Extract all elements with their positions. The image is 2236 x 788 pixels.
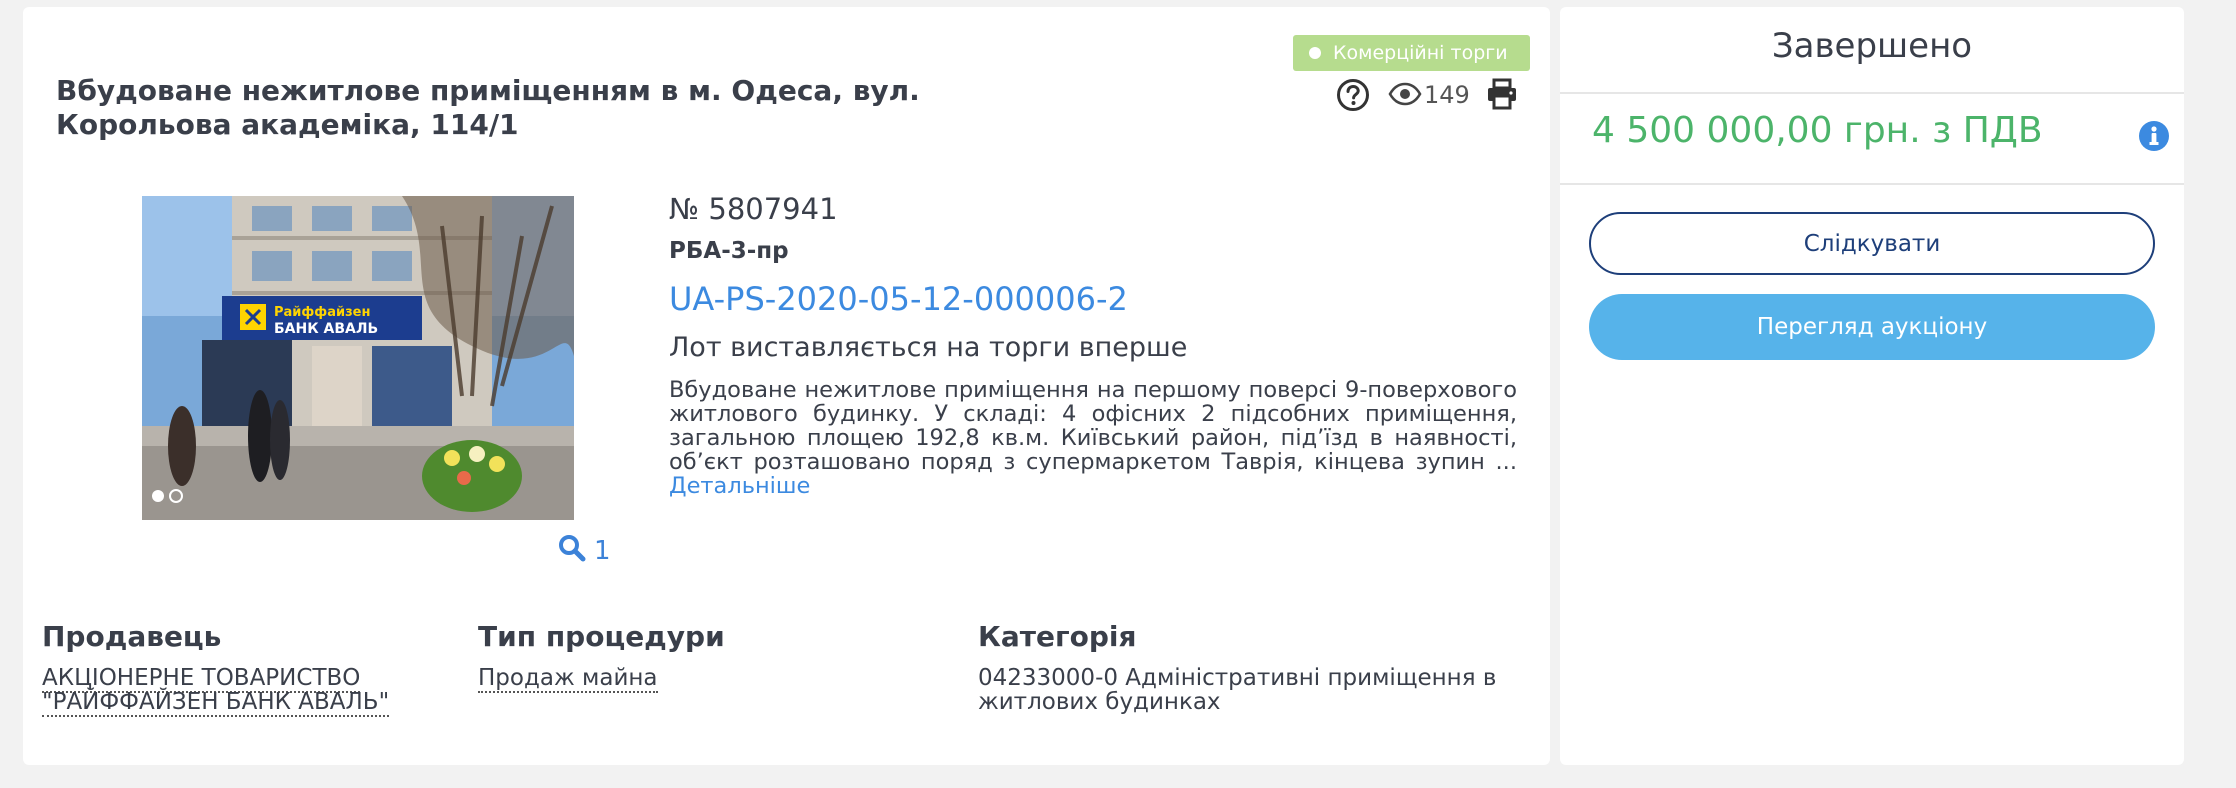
seller-value[interactable]: АКЦІОНЕРНЕ ТОВАРИСТВО "РАЙФФАЙЗЕН БАНК А… <box>42 665 452 717</box>
help-icon[interactable] <box>1336 78 1370 112</box>
lot-photo[interactable]: Райффайзен БАНК АВАЛЬ <box>142 196 574 520</box>
svg-text:Райффайзен: Райффайзен <box>274 305 370 320</box>
lot-description: Вбудоване нежитлове приміщення на першом… <box>669 378 1517 498</box>
procedure-label: Тип процедури <box>478 620 725 653</box>
procedure-link[interactable]: Продаж майна <box>478 665 658 693</box>
print-icon[interactable] <box>1486 78 1518 110</box>
commercial-badge: Комерційні торги <box>1293 35 1530 71</box>
description-text: Вбудоване нежитлове приміщення на першом… <box>669 377 1517 475</box>
category-value: 04233000-0 Адміністративні приміщення в … <box>978 665 1497 715</box>
search-icon <box>559 535 586 562</box>
lot-code: РБА-3-пр <box>669 238 789 264</box>
lot-photo-image: Райффайзен БАНК АВАЛЬ <box>142 196 574 520</box>
procedure-value[interactable]: Продаж майна <box>478 665 658 693</box>
photo-count: 1 <box>594 536 611 566</box>
svg-text:БАНК АВАЛЬ: БАНК АВАЛЬ <box>274 321 378 337</box>
view-auction-button[interactable]: Перегляд аукціону <box>1589 294 2155 360</box>
divider <box>1560 183 2184 185</box>
category-label: Категорія <box>978 620 1137 653</box>
lot-title: Вбудоване нежитлове приміщенням в м. Оде… <box>56 74 920 141</box>
eye-icon <box>1388 82 1422 106</box>
divider <box>1560 92 2184 94</box>
lot-price: 4 500 000,00 грн. з ПДВ <box>1592 110 2043 151</box>
follow-button[interactable]: Слідкувати <box>1589 212 2155 275</box>
views-count: 149 <box>1424 81 1470 109</box>
details-link[interactable]: Детальніше <box>669 473 810 499</box>
auction-status: Завершено <box>1771 26 1973 66</box>
badge-label: Комерційні торги <box>1333 42 1508 64</box>
seller-link[interactable]: АКЦІОНЕРНЕ ТОВАРИСТВО "РАЙФФАЙЗЕН БАНК А… <box>42 665 390 717</box>
info-icon[interactable] <box>2138 120 2170 152</box>
lot-number: № 5807941 <box>669 192 838 226</box>
photo-zoom[interactable]: 1 <box>558 534 611 566</box>
seller-label: Продавець <box>42 620 222 653</box>
badge-dot <box>1309 47 1321 59</box>
auction-id-link[interactable]: UA-PS-2020-05-12-000006-2 <box>669 280 1128 318</box>
first-offer-note: Лот виставляється на торги вперше <box>669 332 1188 363</box>
